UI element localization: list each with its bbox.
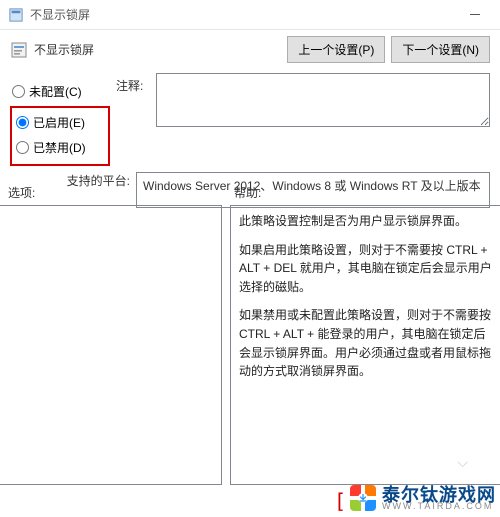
radio-not-configured-input[interactable] (12, 85, 25, 98)
next-setting-button[interactable]: 下一个设置(N) (391, 36, 490, 63)
watermark-domain: WWW.TAIRDA.COM (382, 502, 496, 511)
watermark-logo-icon (350, 485, 376, 511)
policy-header: 不显示锁屏 上一个设置(P) 下一个设置(N) (0, 30, 500, 73)
radio-enabled-input[interactable] (16, 116, 29, 129)
help-label: 帮助: (226, 182, 500, 205)
site-watermark: 泰尔钛游戏网 WWW.TAIRDA.COM (350, 485, 496, 511)
radio-disabled-input[interactable] (16, 141, 29, 154)
radio-enabled-label: 已启用(E) (33, 114, 85, 131)
lower-panels: 选项: 帮助: 此策略设置控制是否为用户显示锁屏界面。 如果启用此策略设置，则对… (0, 182, 500, 517)
radio-enabled[interactable]: 已启用(E) (14, 110, 106, 135)
annotation-bracket: [ (334, 489, 346, 513)
help-panel[interactable]: 此策略设置控制是否为用户显示锁屏界面。 如果启用此策略设置，则对于不需要按 CT… (230, 205, 500, 485)
help-paragraph: 此策略设置控制是否为用户显示锁屏界面。 (239, 212, 492, 231)
config-area: 未配置(C) 已启用(E) 已禁用(D) 注释: (0, 73, 500, 166)
options-panel[interactable] (0, 205, 222, 485)
resize-grip-icon: ⌵ (457, 454, 468, 471)
radio-disabled[interactable]: 已禁用(D) (14, 135, 106, 160)
radio-group: 未配置(C) 已启用(E) 已禁用(D) (10, 73, 110, 166)
window-titlebar: 不显示锁屏 (0, 0, 500, 30)
window-title: 不显示锁屏 (30, 6, 458, 23)
policy-icon (10, 41, 28, 59)
previous-setting-button[interactable]: 上一个设置(P) (287, 36, 385, 63)
comment-input[interactable] (156, 73, 490, 127)
options-label: 选项: (0, 182, 226, 205)
help-paragraph: 如果禁用或未配置此策略设置，则对于不需要按 CTRL + ALT + 能登录的用… (239, 306, 492, 380)
minimize-button[interactable] (458, 4, 492, 26)
radio-disabled-label: 已禁用(D) (33, 139, 86, 156)
highlight-box: 已启用(E) 已禁用(D) (10, 106, 110, 166)
policy-name: 不显示锁屏 (34, 41, 287, 58)
help-paragraph: 如果启用此策略设置，则对于不需要按 CTRL + ALT + DEL 就用户，其… (239, 241, 492, 297)
app-icon (8, 7, 24, 23)
comment-label: 注释: (116, 73, 156, 94)
radio-not-configured[interactable]: 未配置(C) (10, 79, 110, 104)
radio-not-configured-label: 未配置(C) (29, 83, 82, 100)
